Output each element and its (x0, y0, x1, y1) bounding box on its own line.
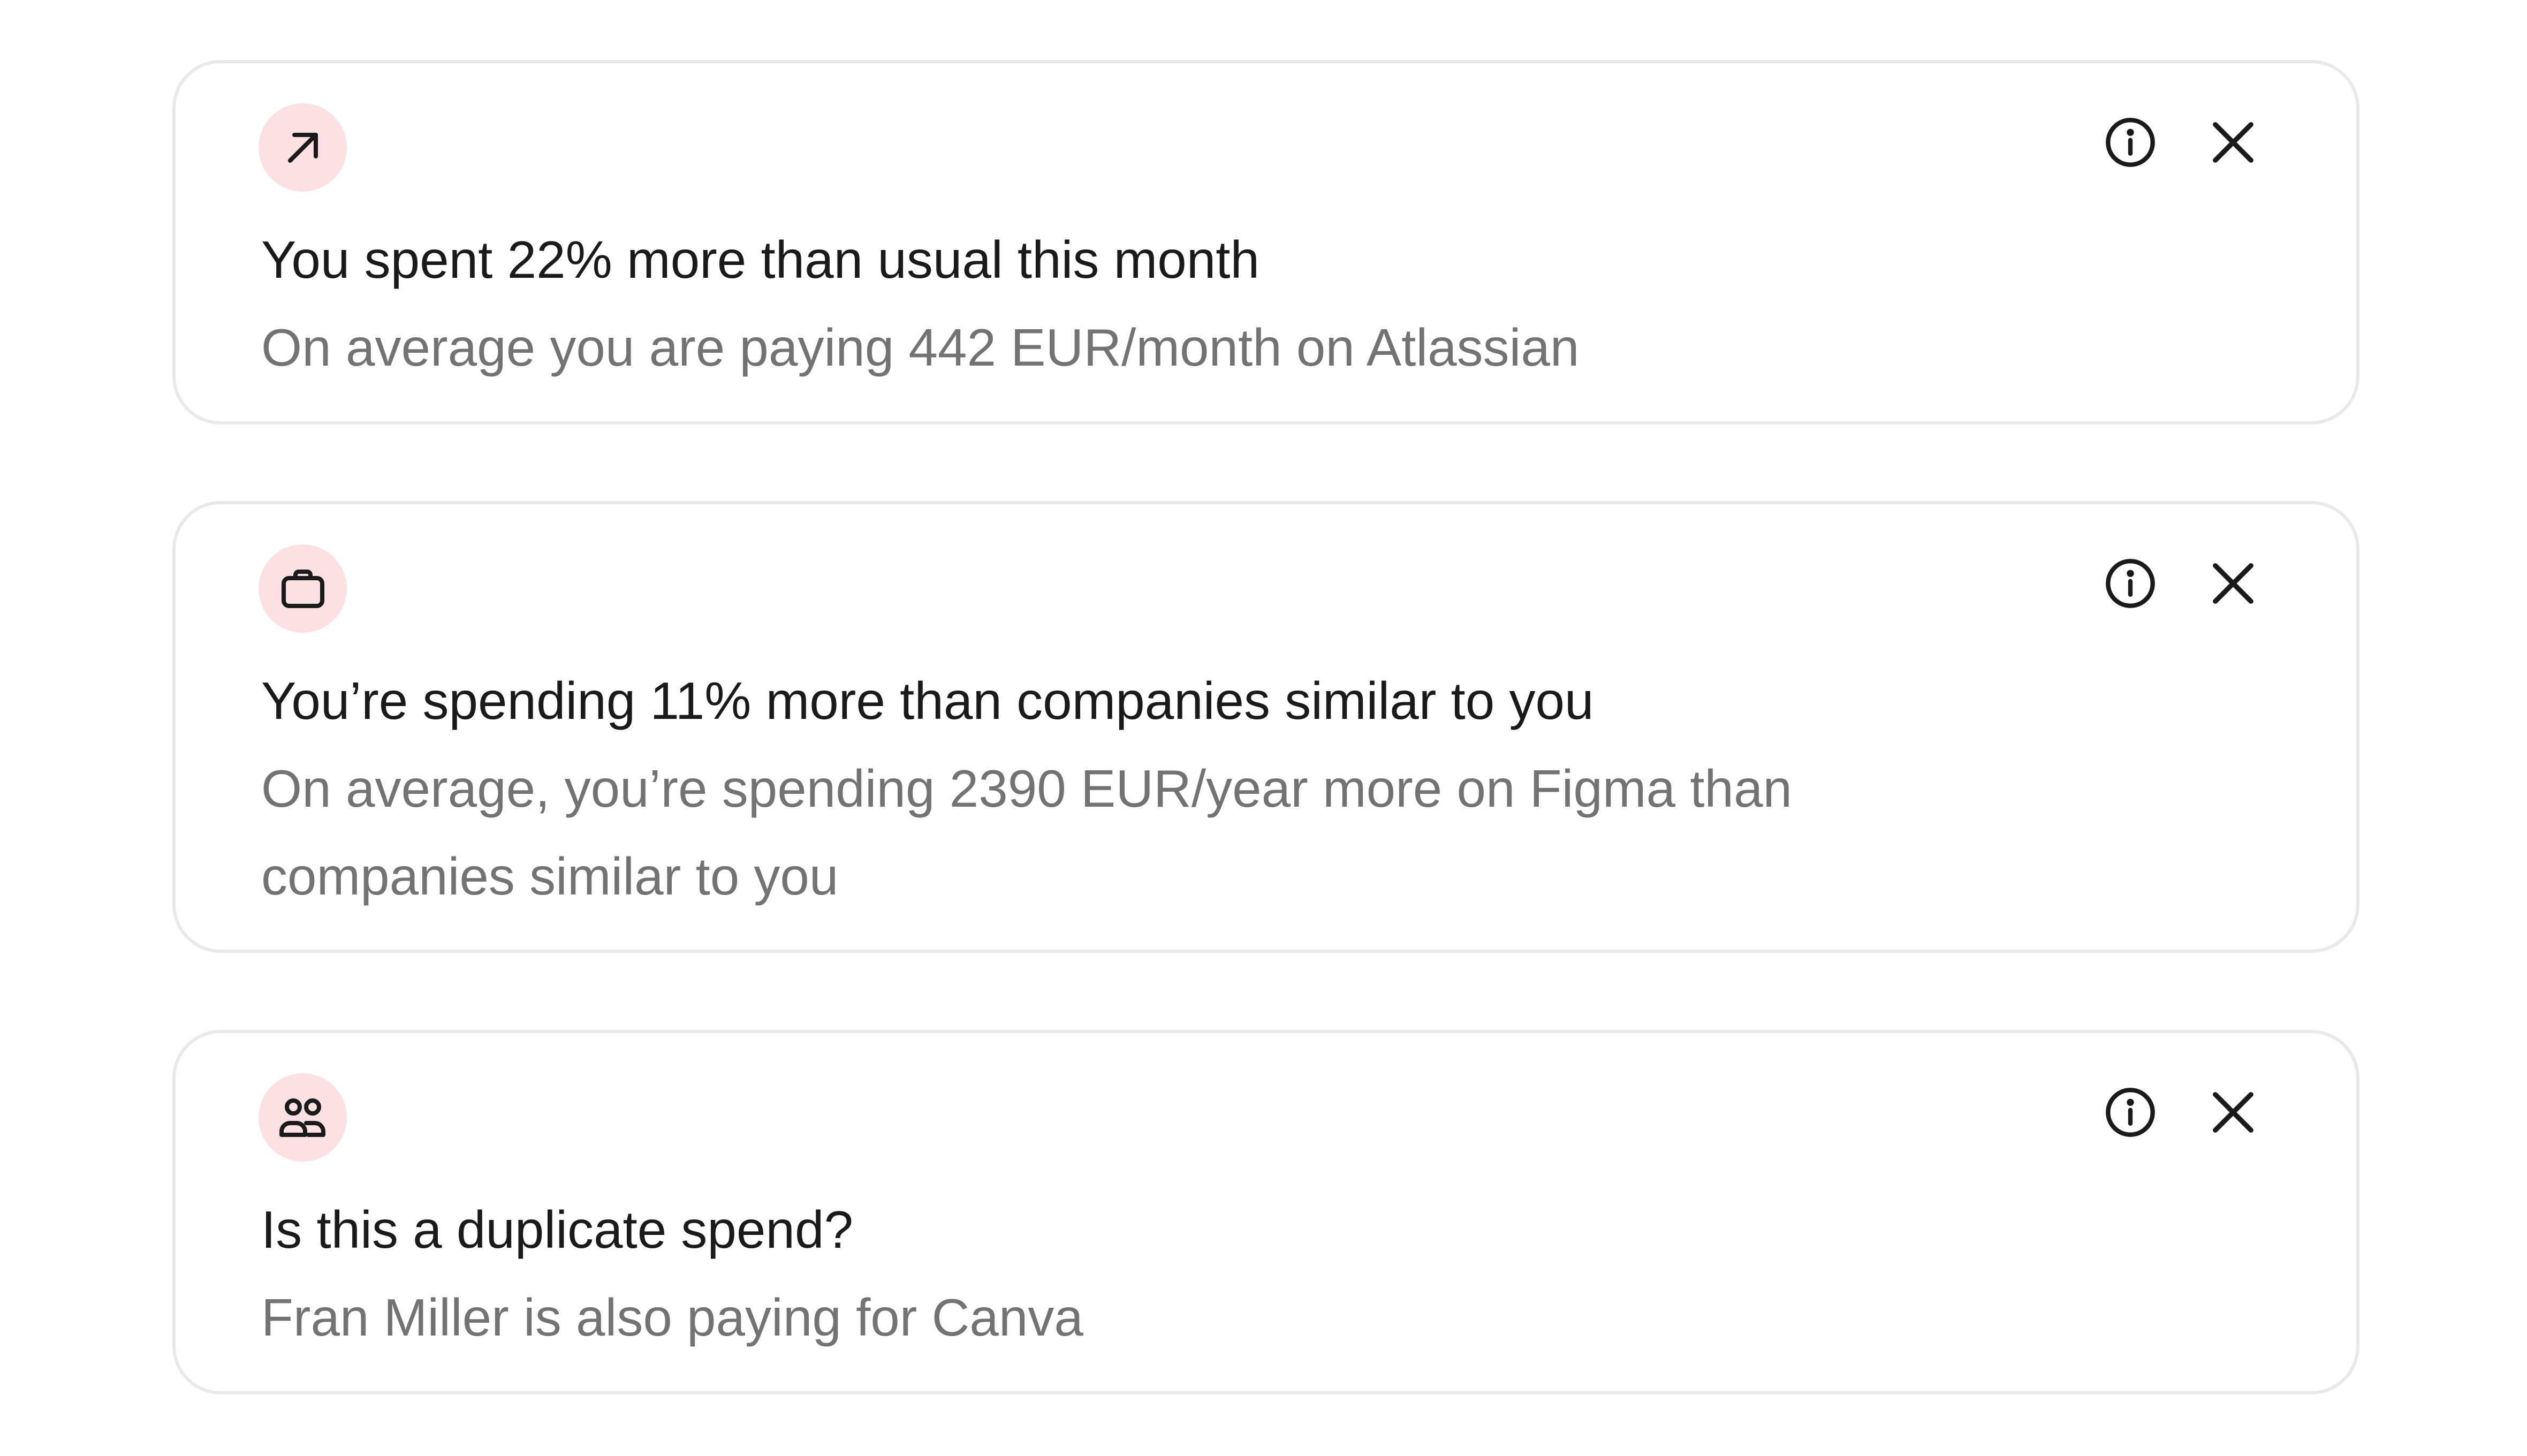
card-title: Is this a duplicate spend? (261, 1200, 853, 1259)
close-icon[interactable] (2206, 557, 2260, 610)
card-title: You’re spending 11% more than companies … (261, 671, 1594, 730)
card-title: You spent 22% more than usual this month (261, 230, 1260, 289)
briefcase-icon (259, 544, 347, 633)
insight-card-duplicate-spend: Is this a duplicate spend? Fran Miller i… (172, 1030, 2359, 1394)
close-icon[interactable] (2206, 116, 2260, 169)
card-description: On average you are paying 442 EUR/month … (261, 318, 1580, 377)
card-actions (2104, 557, 2260, 610)
info-icon[interactable] (2104, 557, 2157, 610)
insight-card-spending-increase: You spent 22% more than usual this month… (172, 60, 2359, 424)
card-actions (2104, 116, 2260, 169)
card-description: On average, you’re spending 2390 EUR/yea… (261, 759, 1792, 906)
arrow-up-right-icon (259, 103, 347, 192)
info-icon[interactable] (2104, 1086, 2157, 1139)
close-icon[interactable] (2206, 1086, 2260, 1139)
insight-card-peer-comparison: You’re spending 11% more than companies … (172, 501, 2359, 953)
card-actions (2104, 1086, 2260, 1139)
card-description: Fran Miller is also paying for Canva (261, 1288, 1083, 1347)
users-icon (259, 1073, 347, 1162)
info-icon[interactable] (2104, 116, 2157, 169)
